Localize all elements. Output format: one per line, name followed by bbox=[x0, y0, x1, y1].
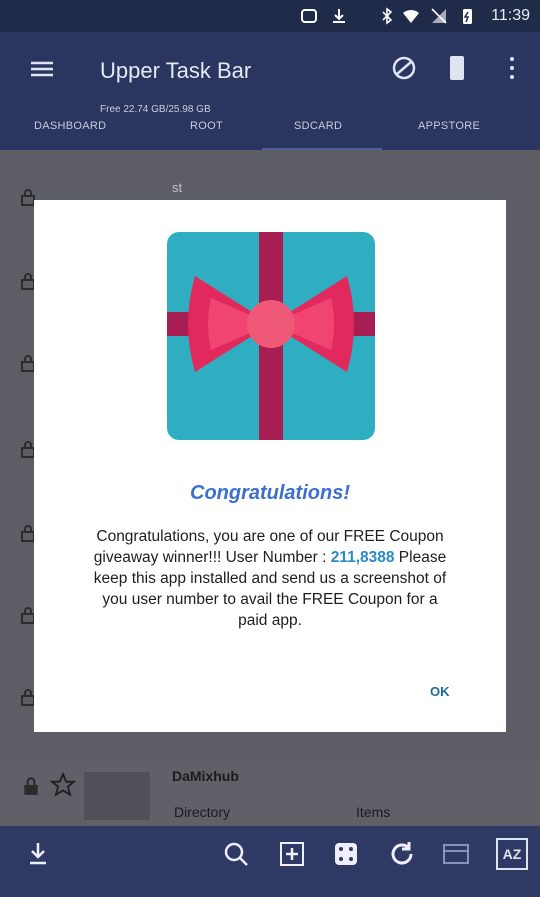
items-label: Items bbox=[356, 804, 391, 820]
directory-label: Directory bbox=[174, 804, 231, 820]
sort-az-icon[interactable]: AZ bbox=[496, 838, 528, 870]
sdcard-icon[interactable] bbox=[446, 52, 468, 84]
modal-title: Congratulations! bbox=[190, 482, 350, 504]
app-header: Upper Task Bar Free 22.74 GB/25.98 GB DA… bbox=[0, 32, 540, 151]
tab-appstore[interactable]: APPSTORE bbox=[418, 120, 480, 132]
cleaner-icon[interactable] bbox=[388, 52, 420, 84]
tab-bar: DASHBOARD ROOT SDCARD APPSTORE bbox=[0, 120, 540, 150]
add-icon[interactable] bbox=[276, 838, 308, 870]
download-icon bbox=[333, 9, 345, 23]
app-name: DaMixhub bbox=[172, 768, 239, 784]
wifi-icon bbox=[403, 9, 419, 23]
search-icon[interactable] bbox=[220, 838, 252, 870]
app-notification-icon bbox=[301, 9, 317, 23]
status-bar: 11:39 bbox=[0, 0, 540, 32]
app-thumbnail bbox=[84, 772, 150, 820]
list-item[interactable]: DaMixhub Directory Items bbox=[0, 760, 540, 825]
bluetooth-icon bbox=[382, 7, 393, 25]
storage-info: Free 22.74 GB/25.98 GB bbox=[100, 104, 211, 115]
download-icon[interactable] bbox=[22, 838, 54, 870]
file-label: st bbox=[172, 180, 183, 195]
battery-icon bbox=[463, 9, 472, 24]
ok-button[interactable]: OK bbox=[430, 684, 450, 699]
user-number: 211,8388 bbox=[330, 549, 395, 566]
refresh-icon[interactable] bbox=[386, 838, 418, 870]
select-all-icon[interactable] bbox=[330, 838, 362, 870]
bottom-toolbar: AZ bbox=[0, 826, 540, 897]
modal-dialog: Congratulations! Congratulations, you ar… bbox=[34, 200, 506, 732]
more-options-icon[interactable] bbox=[506, 52, 518, 84]
menu-icon[interactable] bbox=[28, 58, 56, 80]
lock-icon bbox=[24, 777, 38, 795]
view-mode-icon[interactable] bbox=[440, 838, 472, 870]
star-icon[interactable] bbox=[50, 772, 76, 798]
tab-root[interactable]: ROOT bbox=[190, 120, 223, 132]
tab-sdcard[interactable]: SDCARD bbox=[294, 120, 342, 132]
modal-message: Congratulations, you are one of our FREE… bbox=[88, 526, 452, 631]
no-signal-icon bbox=[431, 8, 447, 24]
gift-icon bbox=[167, 232, 375, 440]
page-title: Upper Task Bar bbox=[100, 58, 252, 83]
clock: 11:39 bbox=[491, 7, 530, 24]
tab-dashboard[interactable]: DASHBOARD bbox=[34, 120, 106, 132]
